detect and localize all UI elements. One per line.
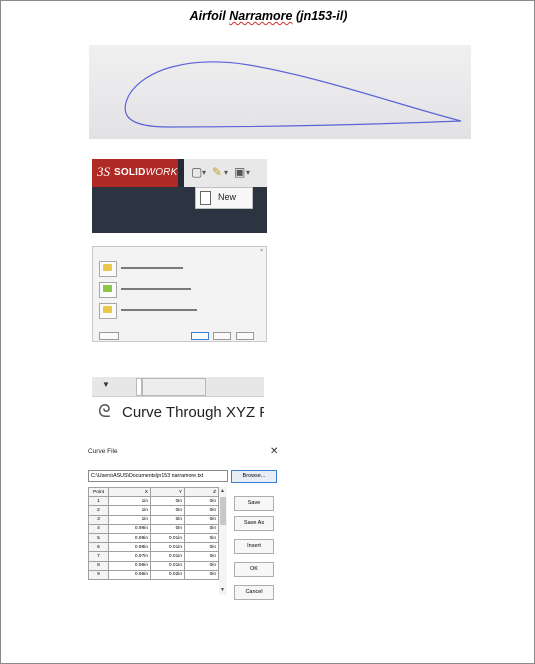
drawing-option-description	[121, 309, 197, 311]
solidworks-toolbar-screenshot: 3S SOLIDWORKS ▢ ▾ ✎ ▾ ▣ ▾ New	[92, 159, 267, 233]
document-title: Airfoil Narramore (jn153-il)	[1, 9, 535, 23]
dropdown-arrow-icon[interactable]: ▼	[102, 380, 110, 389]
dialog-help-button[interactable]	[236, 332, 254, 340]
title-prefix: Airfoil	[189, 9, 226, 23]
new-document-menu-icon	[200, 191, 211, 205]
column-header-x: X	[108, 486, 151, 498]
solidworks-logo: 3S SOLIDWORKS	[92, 159, 184, 187]
browse-button[interactable]: Browse...	[231, 470, 277, 483]
dialog-cancel-button[interactable]	[213, 332, 231, 340]
curve-file-title: Curve File	[88, 448, 118, 455]
table-row[interactable]: 8 0.96in 0.01in 0in	[88, 560, 219, 571]
new-document-icon[interactable]: ▢	[191, 165, 202, 179]
table-scrollbar[interactable]: ▲ ▼	[219, 487, 227, 595]
open-dropdown-chevron-icon[interactable]: ▾	[224, 168, 228, 177]
curve-file-dialog: Curve File ✕ C:\Users\ASUS\Documents\jn1…	[86, 442, 280, 604]
drawing-option-icon[interactable]	[99, 303, 117, 319]
close-icon[interactable]: ✕	[270, 446, 278, 457]
assembly-option-description	[121, 288, 191, 290]
toolbar-cell	[142, 378, 206, 396]
save-button[interactable]: Save	[234, 496, 274, 511]
scrollbar-thumb[interactable]	[220, 497, 226, 525]
file-path-field[interactable]: C:\Users\ASUS\Documents\jn153 narramore.…	[88, 470, 228, 482]
curve-through-xyz-label[interactable]: Curve Through XYZ Poir	[122, 404, 264, 421]
scroll-up-icon[interactable]: ▲	[220, 488, 225, 494]
ok-button[interactable]: OK	[234, 562, 274, 577]
title-suffix: (jn153-il)	[295, 9, 348, 23]
table-row[interactable]: 5 0.99in 0.01in 0in	[88, 532, 219, 544]
open-folder-icon[interactable]: ✎	[212, 165, 222, 179]
airfoil-outline	[124, 61, 462, 128]
column-header-point: Point	[88, 486, 109, 498]
command-toolbar-strip: ▼	[92, 377, 264, 397]
table-row[interactable]: 1 1in 0in 0in	[88, 496, 219, 507]
column-header-y: Y	[150, 486, 185, 498]
new-menu-popup[interactable]: New	[195, 187, 253, 209]
solidworks-brand: SOLIDWORKS	[114, 167, 185, 178]
table-row[interactable]: 7 0.97in 0.01in 0in	[88, 551, 219, 562]
table-row[interactable]: 3 1in 0in 0in	[88, 514, 219, 525]
curve-through-xyz-command: ▼ ᘓ Curve Through XYZ Poir	[92, 377, 264, 429]
table-header-row: Point X Y Z	[88, 486, 219, 498]
table-row[interactable]: 9 0.95in 0.02in 0in	[88, 569, 219, 580]
quick-access-toolbar: ▢ ▾ ✎ ▾ ▣ ▾	[184, 159, 267, 187]
new-document-dialog-thumbnail: ×	[92, 246, 267, 342]
table-row[interactable]: 6 0.98in 0.01in 0in	[88, 542, 219, 553]
cancel-button[interactable]: Cancel	[234, 585, 274, 600]
advanced-button[interactable]	[99, 332, 119, 340]
new-menu-item[interactable]: New	[218, 192, 236, 202]
dialog-ok-button[interactable]	[191, 332, 209, 340]
insert-button[interactable]: Insert	[234, 539, 274, 554]
save-as-button[interactable]: Save As	[234, 516, 274, 531]
document-page: Airfoil Narramore (jn153-il) 3S SOLIDWOR…	[0, 0, 535, 664]
curve-through-xyz-icon[interactable]: ᘓ	[98, 401, 111, 422]
table-row[interactable]: 4 0.99in 0in 0in	[88, 523, 219, 534]
dialog-close-icon[interactable]: ×	[260, 248, 263, 254]
table-row[interactable]: 2 1in 0in 0in	[88, 505, 219, 516]
airfoil-profile-image	[89, 45, 471, 139]
ds-logo-mark: 3S	[97, 164, 110, 179]
column-header-z: Z	[184, 486, 219, 498]
save-icon[interactable]: ▣	[234, 165, 245, 179]
save-dropdown-chevron-icon[interactable]: ▾	[246, 168, 250, 177]
part-option-description	[121, 267, 183, 269]
title-underlined-word: Narramore	[229, 9, 293, 23]
scroll-down-icon[interactable]: ▼	[220, 587, 225, 593]
part-option-icon[interactable]	[99, 261, 117, 277]
assembly-option-icon[interactable]	[99, 282, 117, 298]
new-dropdown-chevron-icon[interactable]: ▾	[202, 168, 206, 177]
points-table: Point X Y Z 1 1in 0in 0in 2 1in 0in 0in 3 1in 0i…	[88, 486, 219, 580]
